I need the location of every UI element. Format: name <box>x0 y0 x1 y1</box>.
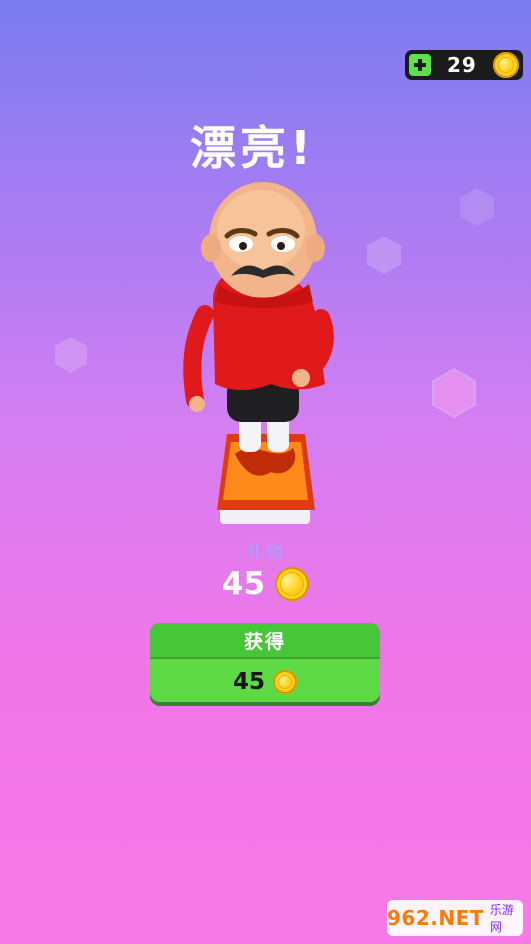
get-button-reward: 45 <box>150 657 380 702</box>
coin-icon <box>489 48 523 82</box>
hex-decor <box>432 368 476 418</box>
character-on-skateboard <box>175 178 355 538</box>
coin-icon <box>269 666 301 697</box>
get-button-amount: 45 <box>232 668 265 695</box>
coin-icon <box>270 562 314 606</box>
coin-count: 29 <box>447 53 477 77</box>
watermark-brand: 962.NET <box>387 906 484 930</box>
hex-decor <box>55 337 87 373</box>
title-text: 漂亮! <box>190 121 315 175</box>
watermark-sub: 乐游网 <box>489 903 514 934</box>
plus-icon[interactable] <box>409 54 431 76</box>
gift-label: 礼物 <box>246 543 285 563</box>
get-button[interactable]: 获得 45 <box>150 623 380 702</box>
hex-decor <box>460 188 494 226</box>
coin-counter[interactable]: 29 <box>405 48 523 82</box>
reward-amount: 45 <box>221 566 266 602</box>
watermark-logo: 962.NET 乐游网 <box>387 900 523 936</box>
reward-row: 45 <box>0 562 531 606</box>
hex-decor <box>367 236 401 274</box>
get-button-label: 获得 <box>150 623 380 657</box>
